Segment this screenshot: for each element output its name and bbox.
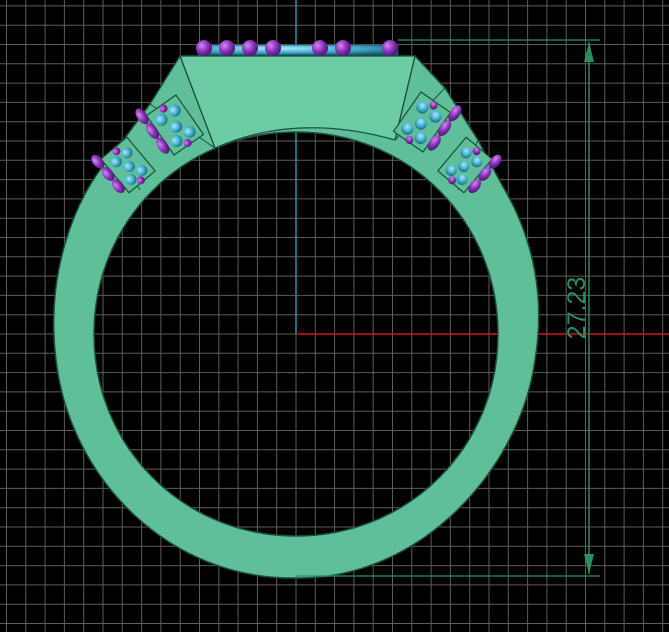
head-top-face [179,55,416,149]
gem[interactable] [335,40,351,56]
viewport-canvas[interactable]: 27.23 [0,0,669,632]
dimension-value: 27.23 [563,277,591,340]
gem[interactable] [382,40,398,56]
gem[interactable] [219,40,235,56]
gem[interactable] [312,40,328,56]
gem[interactable] [196,40,212,56]
gem[interactable] [242,40,258,56]
gem[interactable] [265,40,281,56]
cad-viewport[interactable]: 27.23 [0,0,669,632]
top-gem-row[interactable] [196,40,399,56]
